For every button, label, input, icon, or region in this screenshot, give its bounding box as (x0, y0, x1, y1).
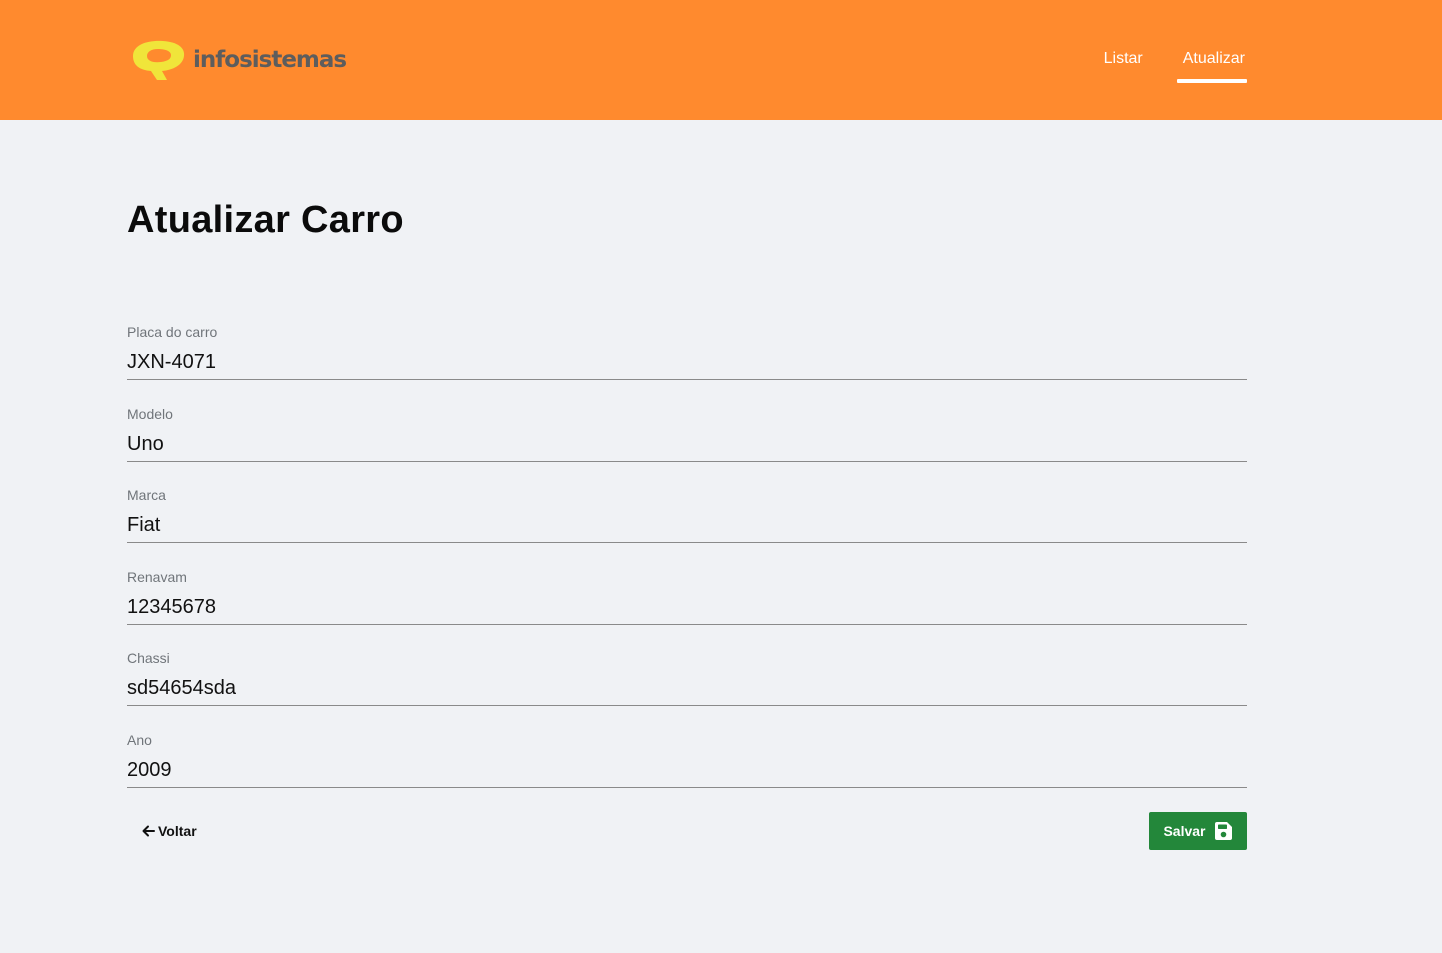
renavam-input[interactable] (127, 590, 1247, 625)
chassi-input[interactable] (127, 672, 1247, 706)
save-button[interactable]: Salvar (1149, 812, 1247, 850)
back-button[interactable]: Voltar (141, 818, 197, 844)
save-button-label: Salvar (1163, 823, 1206, 839)
marca-input[interactable] (127, 509, 1247, 543)
nav-listar[interactable]: Listar (1102, 46, 1145, 72)
logo-mark-icon (133, 40, 185, 80)
field-label: Renavam (127, 568, 187, 585)
car-form: Placa do carro Modelo Marca Renavam Chas… (127, 318, 1247, 807)
floppy-disk-icon (1214, 822, 1232, 840)
back-button-label: Voltar (158, 823, 197, 839)
modelo-input[interactable] (127, 427, 1247, 462)
brand-name: infosistemas (193, 47, 347, 73)
field-chassi: Chassi (127, 644, 1247, 726)
field-modelo: Modelo (127, 400, 1247, 482)
placa-input[interactable] (127, 346, 1247, 380)
field-renavam: Renavam (127, 563, 1247, 645)
field-placa: Placa do carro (127, 318, 1247, 400)
field-label: Modelo (127, 405, 173, 422)
field-label: Marca (127, 487, 166, 503)
app-header: infosistemas Listar Atualizar (0, 0, 1442, 120)
nav-atualizar[interactable]: Atualizar (1176, 46, 1248, 83)
page-title: Atualizar Carro (127, 199, 404, 241)
field-label: Ano (127, 731, 152, 748)
arrow-left-icon (142, 825, 155, 837)
field-label: Placa do carro (127, 324, 218, 340)
ano-input[interactable] (127, 753, 1247, 788)
field-marca: Marca (127, 481, 1247, 563)
top-nav: Listar Atualizar (1102, 46, 1248, 83)
field-label: Chassi (127, 650, 170, 666)
field-ano: Ano (127, 726, 1247, 808)
brand-logo[interactable]: infosistemas (127, 38, 347, 82)
